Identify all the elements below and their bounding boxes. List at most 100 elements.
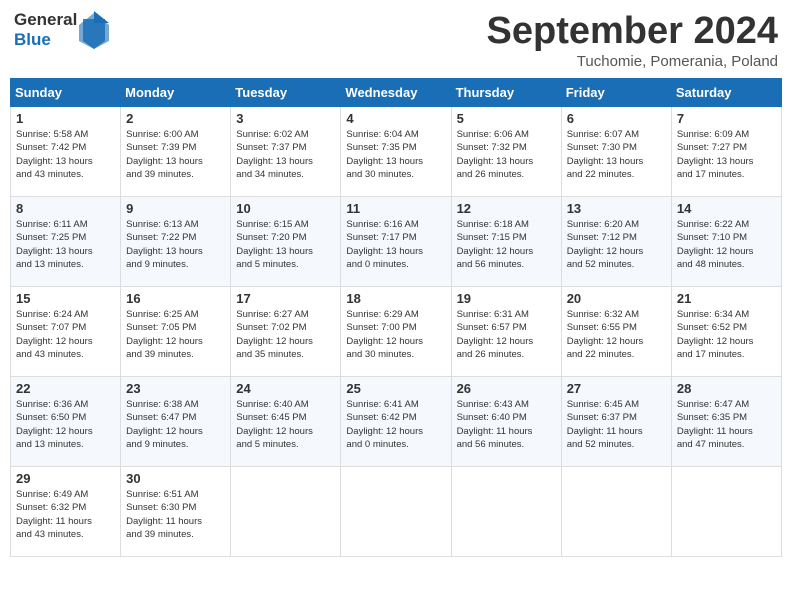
day-of-week-header: Friday (561, 79, 671, 107)
day-info: Sunrise: 6:41 AM Sunset: 6:42 PM Dayligh… (346, 398, 445, 451)
day-info: Sunrise: 6:31 AM Sunset: 6:57 PM Dayligh… (457, 308, 556, 361)
day-of-week-header: Tuesday (231, 79, 341, 107)
calendar-day-cell: 26 Sunrise: 6:43 AM Sunset: 6:40 PM Dayli… (451, 377, 561, 467)
day-number: 24 (236, 381, 335, 396)
day-info: Sunrise: 6:27 AM Sunset: 7:02 PM Dayligh… (236, 308, 335, 361)
day-info: Sunrise: 6:16 AM Sunset: 7:17 PM Dayligh… (346, 218, 445, 271)
day-number: 14 (677, 201, 776, 216)
day-of-week-header: Saturday (671, 79, 781, 107)
calendar-day-cell (561, 467, 671, 557)
day-number: 3 (236, 111, 335, 126)
day-info: Sunrise: 6:25 AM Sunset: 7:05 PM Dayligh… (126, 308, 225, 361)
calendar-day-cell: 17Sunrise: 6:27 AM Sunset: 7:02 PM Dayli… (231, 287, 341, 377)
day-info: Sunrise: 6:32 AM Sunset: 6:55 PM Dayligh… (567, 308, 666, 361)
day-info: Sunrise: 6:11 AM Sunset: 7:25 PM Dayligh… (16, 218, 115, 271)
day-number: 18 (346, 291, 445, 306)
calendar-week-row: 8 Sunrise: 6:11 AM Sunset: 7:25 PM Daylig… (11, 197, 782, 287)
day-info: Sunrise: 6:36 AM Sunset: 6:50 PM Dayligh… (16, 398, 115, 451)
day-of-week-header: Sunday (11, 79, 121, 107)
day-number: 21 (677, 291, 776, 306)
calendar-day-cell: 2 Sunrise: 6:00 AM Sunset: 7:39 PM Daylig… (121, 107, 231, 197)
calendar-day-cell: 18 Sunrise: 6:29 AM Sunset: 7:00 PM Dayli… (341, 287, 451, 377)
day-number: 25 (346, 381, 445, 396)
day-number: 11 (346, 201, 445, 216)
day-info: Sunrise: 6:02 AM Sunset: 7:37 PM Dayligh… (236, 128, 335, 181)
calendar-day-cell: 3 Sunrise: 6:02 AM Sunset: 7:37 PM Daylig… (231, 107, 341, 197)
calendar-day-cell: 29Sunrise: 6:49 AM Sunset: 6:32 PM Dayli… (11, 467, 121, 557)
month-title: September 2024 (487, 10, 779, 53)
day-number: 12 (457, 201, 556, 216)
day-info: Sunrise: 6:22 AM Sunset: 7:10 PM Dayligh… (677, 218, 776, 271)
calendar-day-cell: 20 Sunrise: 6:32 AM Sunset: 6:55 PM Dayli… (561, 287, 671, 377)
day-number: 27 (567, 381, 666, 396)
calendar-week-row: 15 Sunrise: 6:24 AM Sunset: 7:07 PM Dayli… (11, 287, 782, 377)
calendar-day-cell: 7 Sunrise: 6:09 AM Sunset: 7:27 PM Daylig… (671, 107, 781, 197)
day-info: Sunrise: 6:29 AM Sunset: 7:00 PM Dayligh… (346, 308, 445, 361)
location-title: Tuchomie, Pomerania, Poland (487, 53, 779, 70)
day-number: 30 (126, 471, 225, 486)
day-info: Sunrise: 6:24 AM Sunset: 7:07 PM Dayligh… (16, 308, 115, 361)
calendar-day-cell: 14 Sunrise: 6:22 AM Sunset: 7:10 PM Dayli… (671, 197, 781, 287)
day-number: 16 (126, 291, 225, 306)
calendar-day-cell: 12 Sunrise: 6:18 AM Sunset: 7:15 PM Dayli… (451, 197, 561, 287)
day-number: 22 (16, 381, 115, 396)
calendar-day-cell: 30 Sunrise: 6:51 AM Sunset: 6:30 PM Dayli… (121, 467, 231, 557)
day-of-week-header: Wednesday (341, 79, 451, 107)
logo-text: General Blue (14, 10, 77, 51)
day-number: 6 (567, 111, 666, 126)
calendar-week-row: 29Sunrise: 6:49 AM Sunset: 6:32 PM Dayli… (11, 467, 782, 557)
page-header: General Blue September 2024 Tuchomie, Po… (10, 10, 782, 70)
day-info: Sunrise: 6:04 AM Sunset: 7:35 PM Dayligh… (346, 128, 445, 181)
calendar-day-cell: 22 Sunrise: 6:36 AM Sunset: 6:50 PM Dayli… (11, 377, 121, 467)
calendar-day-cell (671, 467, 781, 557)
calendar-day-cell: 27 Sunrise: 6:45 AM Sunset: 6:37 PM Dayli… (561, 377, 671, 467)
calendar-day-cell: 23Sunrise: 6:38 AM Sunset: 6:47 PM Dayli… (121, 377, 231, 467)
calendar-day-cell: 13 Sunrise: 6:20 AM Sunset: 7:12 PM Dayli… (561, 197, 671, 287)
day-number: 8 (16, 201, 115, 216)
day-info: Sunrise: 6:40 AM Sunset: 6:45 PM Dayligh… (236, 398, 335, 451)
day-number: 7 (677, 111, 776, 126)
logo: General Blue (14, 10, 109, 51)
day-info: Sunrise: 6:15 AM Sunset: 7:20 PM Dayligh… (236, 218, 335, 271)
calendar-day-cell: 15 Sunrise: 6:24 AM Sunset: 7:07 PM Dayli… (11, 287, 121, 377)
calendar-day-cell: 25 Sunrise: 6:41 AM Sunset: 6:42 PM Dayli… (341, 377, 451, 467)
day-info: Sunrise: 6:06 AM Sunset: 7:32 PM Dayligh… (457, 128, 556, 181)
calendar-day-cell: 28Sunrise: 6:47 AM Sunset: 6:35 PM Dayli… (671, 377, 781, 467)
title-section: September 2024 Tuchomie, Pomerania, Pola… (487, 10, 779, 70)
day-number: 5 (457, 111, 556, 126)
calendar-header-row: SundayMondayTuesdayWednesdayThursdayFrid… (11, 79, 782, 107)
day-number: 2 (126, 111, 225, 126)
calendar-day-cell: 5 Sunrise: 6:06 AM Sunset: 7:32 PM Daylig… (451, 107, 561, 197)
day-number: 13 (567, 201, 666, 216)
day-number: 26 (457, 381, 556, 396)
day-info: Sunrise: 6:43 AM Sunset: 6:40 PM Dayligh… (457, 398, 556, 451)
day-number: 10 (236, 201, 335, 216)
day-info: Sunrise: 6:38 AM Sunset: 6:47 PM Dayligh… (126, 398, 225, 451)
day-info: Sunrise: 6:00 AM Sunset: 7:39 PM Dayligh… (126, 128, 225, 181)
day-info: Sunrise: 6:47 AM Sunset: 6:35 PM Dayligh… (677, 398, 776, 451)
day-of-week-header: Monday (121, 79, 231, 107)
day-number: 29 (16, 471, 115, 486)
calendar-day-cell: 4 Sunrise: 6:04 AM Sunset: 7:35 PM Daylig… (341, 107, 451, 197)
calendar-day-cell (231, 467, 341, 557)
day-info: Sunrise: 6:45 AM Sunset: 6:37 PM Dayligh… (567, 398, 666, 451)
day-info: Sunrise: 6:51 AM Sunset: 6:30 PM Dayligh… (126, 488, 225, 541)
calendar-day-cell: 11 Sunrise: 6:16 AM Sunset: 7:17 PM Dayli… (341, 197, 451, 287)
calendar-day-cell (451, 467, 561, 557)
calendar-day-cell: 6 Sunrise: 6:07 AM Sunset: 7:30 PM Daylig… (561, 107, 671, 197)
calendar-day-cell: 9Sunrise: 6:13 AM Sunset: 7:22 PM Daylig… (121, 197, 231, 287)
day-number: 20 (567, 291, 666, 306)
day-number: 1 (16, 111, 115, 126)
day-info: Sunrise: 6:20 AM Sunset: 7:12 PM Dayligh… (567, 218, 666, 271)
day-info: Sunrise: 6:18 AM Sunset: 7:15 PM Dayligh… (457, 218, 556, 271)
calendar-day-cell: 10 Sunrise: 6:15 AM Sunset: 7:20 PM Dayli… (231, 197, 341, 287)
calendar-day-cell: 1Sunrise: 5:58 AM Sunset: 7:42 PM Daylig… (11, 107, 121, 197)
day-number: 4 (346, 111, 445, 126)
day-of-week-header: Thursday (451, 79, 561, 107)
day-info: Sunrise: 6:07 AM Sunset: 7:30 PM Dayligh… (567, 128, 666, 181)
calendar-day-cell: 19Sunrise: 6:31 AM Sunset: 6:57 PM Dayli… (451, 287, 561, 377)
calendar-day-cell: 8 Sunrise: 6:11 AM Sunset: 7:25 PM Daylig… (11, 197, 121, 287)
day-number: 15 (16, 291, 115, 306)
logo-icon (79, 11, 109, 49)
day-info: Sunrise: 6:09 AM Sunset: 7:27 PM Dayligh… (677, 128, 776, 181)
